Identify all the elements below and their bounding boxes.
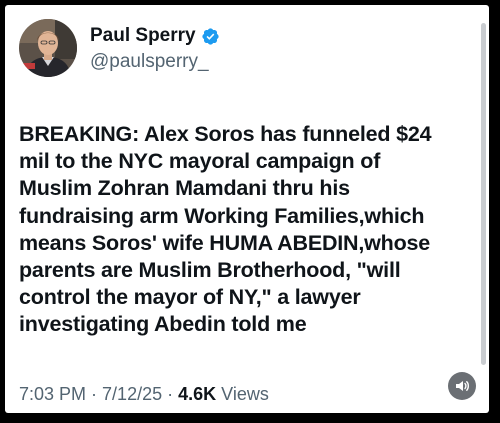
meta-separator: ·	[162, 384, 179, 404]
views-label: Views	[216, 384, 269, 404]
author-name-row: Paul Sperry	[90, 25, 220, 47]
tweet-text: BREAKING: Alex Soros has funneled $24 mi…	[19, 121, 469, 339]
meta-separator: ·	[86, 384, 103, 404]
tweet-date[interactable]: 7/12/25	[102, 384, 162, 404]
tweet-card: Paul Sperry @paulsperry_ BREAKING: Alex …	[5, 5, 489, 413]
tweet-meta: 7:03 PM · 7/12/25 · 4.6K Views	[19, 383, 269, 405]
tweet-text-line: parents are Muslim Brotherhood, "will	[19, 258, 401, 283]
scrollbar[interactable]	[481, 23, 486, 365]
audio-button[interactable]	[448, 372, 476, 400]
author-display-name[interactable]: Paul Sperry	[90, 25, 196, 47]
avatar[interactable]	[19, 19, 77, 77]
tweet-text-line: mil to the NYC mayoral campaign of	[19, 149, 381, 174]
tweet-text-line: control the mayor of NY," a lawyer	[19, 285, 361, 310]
verified-badge-icon	[201, 27, 219, 45]
speaker-icon	[456, 381, 469, 391]
tweet-text-line: BREAKING: Alex Soros has funneled $24	[19, 122, 432, 146]
author-handle[interactable]: @paulsperry_	[90, 51, 209, 73]
tweet-text-line: investigating Abedin told me	[19, 312, 307, 337]
views-count: 4.6K	[178, 384, 217, 404]
tweet-time[interactable]: 7:03 PM	[19, 384, 86, 404]
tweet-text-line: means Soros' wife HUMA ABEDIN,whose	[19, 230, 431, 255]
profile-photo-icon	[19, 19, 77, 77]
tweet-text-line: fundraising arm Working Families,which	[19, 203, 425, 228]
tweet-text-line: Muslim Zohran Mamdani thru his	[19, 176, 350, 201]
